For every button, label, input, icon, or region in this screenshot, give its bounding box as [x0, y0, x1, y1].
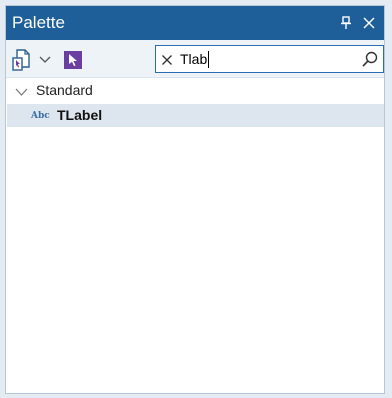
- label-match: TLab: [57, 107, 91, 123]
- pin-icon[interactable]: [336, 13, 356, 33]
- component-item-tlabel[interactable]: Abc TLabel: [7, 104, 384, 127]
- label-rest: el: [90, 107, 103, 123]
- new-component-icon[interactable]: [12, 49, 32, 71]
- abc-icon: Abc: [31, 111, 50, 121]
- close-icon[interactable]: [359, 13, 379, 33]
- chevron-down-icon[interactable]: [38, 54, 52, 66]
- search-icon[interactable]: [361, 50, 379, 68]
- category-label: Standard: [36, 82, 93, 98]
- component-label: TLabel: [57, 107, 102, 123]
- chevron-down-icon[interactable]: [15, 84, 28, 96]
- clear-icon[interactable]: [161, 53, 173, 65]
- text-caret: [208, 51, 209, 68]
- palette-panel: Palette Tlab Standard Abc TLabel: [5, 5, 385, 394]
- pointer-select-icon[interactable]: [64, 51, 82, 69]
- search-input[interactable]: [180, 49, 350, 69]
- titlebar: Palette: [6, 6, 384, 40]
- search-box[interactable]: [155, 45, 384, 73]
- window-title: Palette: [12, 13, 65, 32]
- category-standard[interactable]: Standard: [6, 79, 384, 101]
- toolbar: [6, 40, 384, 78]
